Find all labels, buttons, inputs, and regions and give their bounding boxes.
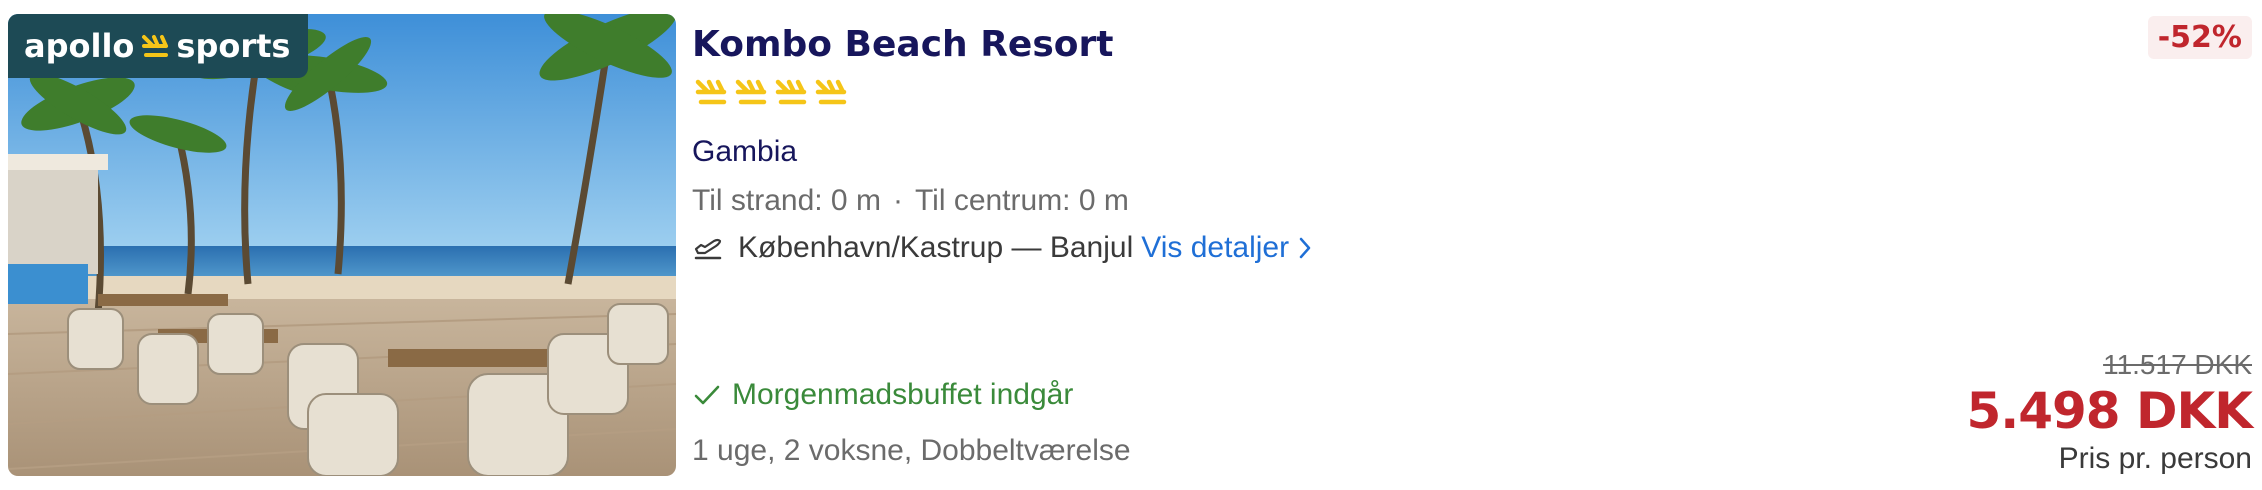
separator-dot: ·: [892, 184, 903, 217]
brand-sub: sports: [176, 27, 291, 65]
apollo-palm-icon: [775, 79, 807, 105]
price-box: 11.517 DKK 5.498 DKK Pris pr. person: [1966, 348, 2253, 478]
travel-info: 1 uge, 2 voksne, Dobbeltværelse: [692, 434, 1131, 467]
discount-badge: -52%: [2147, 16, 2252, 59]
flight-route: København/Kastrup — Banjul Vis detaljer: [692, 231, 1315, 265]
route-text: København/Kastrup — Banjul: [738, 231, 1134, 264]
old-price: 11.517 DKK: [2103, 349, 2252, 380]
distance-center: Til centrum: 0 m: [914, 184, 1129, 217]
board-included: Morgenmadsbuffet indgår: [692, 378, 1073, 412]
apollo-palm-icon: [140, 31, 170, 61]
details-link[interactable]: Vis detaljer: [1141, 231, 1315, 265]
brand-name: apollo: [24, 27, 135, 65]
hotel-name[interactable]: Kombo Beach Resort: [692, 24, 1113, 65]
hotel-card[interactable]: apollo sports Kombo Beach Resort Gambia …: [0, 0, 2262, 490]
hotel-distances: Til strand: 0 m · Til centrum: 0 m: [692, 184, 1129, 218]
apollo-palm-icon: [735, 79, 767, 105]
details-link-label: Vis detaljer: [1141, 231, 1290, 264]
brand-badge: apollo sports: [8, 14, 309, 78]
apollo-palm-icon: [695, 79, 727, 105]
beach-resort-image: [8, 14, 676, 476]
current-price: 5.498 DKK: [1966, 382, 2253, 440]
hotel-info: Kombo Beach Resort Gambia Til strand: 0 …: [692, 14, 1892, 476]
hotel-country: Gambia: [692, 135, 798, 168]
hotel-rating: [694, 74, 848, 108]
airplane-departure-icon: [694, 238, 722, 260]
price-note: Pris pr. person: [2058, 442, 2252, 475]
apollo-palm-icon: [815, 79, 847, 105]
distance-beach: Til strand: 0 m: [692, 184, 881, 217]
board-text: Morgenmadsbuffet indgår: [732, 378, 1074, 411]
hotel-photo[interactable]: apollo sports: [8, 14, 676, 476]
checkmark-icon: [694, 385, 720, 405]
chevron-right-icon: [1299, 237, 1311, 259]
